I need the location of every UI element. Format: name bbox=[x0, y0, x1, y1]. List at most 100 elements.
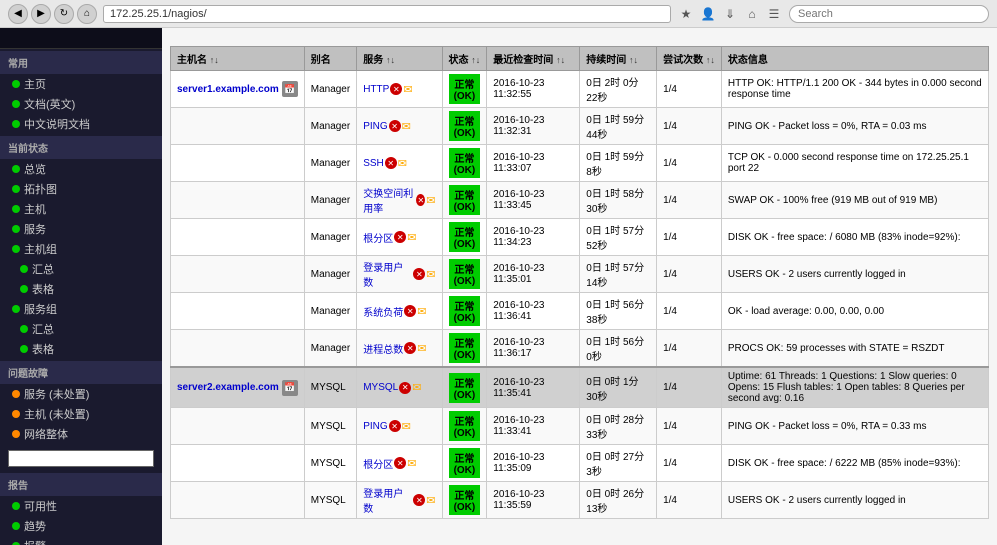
status-badge: 正常(OK) bbox=[449, 411, 481, 441]
sidebar-item-hosts[interactable]: 主机 bbox=[0, 199, 162, 219]
service-link[interactable]: PING bbox=[363, 421, 387, 432]
status-dot bbox=[12, 502, 20, 510]
sidebar-item-sg-summary[interactable]: 汇总 bbox=[0, 319, 162, 339]
reload-button[interactable]: ↻ bbox=[54, 4, 74, 24]
service-link[interactable]: 登录用户数 bbox=[363, 259, 412, 289]
sidebar-item-servicegroups[interactable]: 服务组 bbox=[0, 299, 162, 319]
service-link[interactable]: 登录用户数 bbox=[363, 485, 412, 515]
bookmark-icon[interactable]: ★ bbox=[677, 5, 695, 23]
disable-icon[interactable]: ✕ bbox=[390, 83, 402, 95]
status-dot bbox=[20, 285, 28, 293]
status-badge: 正常(OK) bbox=[449, 485, 481, 515]
disable-icon[interactable]: ✕ bbox=[404, 342, 416, 354]
address-bar[interactable] bbox=[103, 5, 671, 23]
status-badge: 正常(OK) bbox=[449, 259, 481, 289]
service-link[interactable]: 交换空间利用率 bbox=[363, 185, 415, 215]
search-input[interactable] bbox=[789, 5, 989, 23]
service-link[interactable]: MYSQL bbox=[363, 382, 398, 393]
disable-icon[interactable]: ✕ bbox=[416, 194, 425, 206]
service-link[interactable]: HTTP bbox=[363, 84, 389, 95]
service-link[interactable]: SSH bbox=[363, 158, 384, 169]
notify-icon[interactable]: ✉ bbox=[398, 157, 407, 170]
notify-icon[interactable]: ✉ bbox=[426, 194, 435, 207]
sidebar-item-trends[interactable]: 趋势 bbox=[0, 516, 162, 536]
download-icon[interactable]: ⇓ bbox=[721, 5, 739, 23]
sidebar-item-service-unhandled[interactable]: 服务 (未处置) bbox=[0, 384, 162, 404]
home-nav-icon[interactable]: ⌂ bbox=[743, 5, 761, 23]
home-button[interactable]: ⌂ bbox=[77, 4, 97, 24]
sidebar-item-label: 主机组 bbox=[24, 241, 57, 257]
notify-icon[interactable]: ✉ bbox=[417, 342, 426, 355]
status-table: 主机名 ↑↓ 别名 服务 ↑↓ 状态 ↑↓ 最近检查时间 ↑↓ 持续时间 ↑↓ … bbox=[170, 46, 989, 519]
col-service[interactable]: 服务 ↑↓ bbox=[357, 47, 442, 71]
sidebar-item-label: 中文说明文档 bbox=[24, 116, 90, 132]
service-link[interactable]: 系统负荷 bbox=[363, 304, 403, 319]
notify-icon[interactable]: ✉ bbox=[402, 420, 411, 433]
sidebar-item-hg-table[interactable]: 表格 bbox=[0, 279, 162, 299]
sidebar-item-alerts[interactable]: 报警 bbox=[0, 536, 162, 545]
notify-icon[interactable]: ✉ bbox=[417, 305, 426, 318]
sidebar-item-docs-cn[interactable]: 中文说明文档 bbox=[0, 114, 162, 134]
notify-icon[interactable]: ✉ bbox=[403, 83, 412, 96]
disable-icon[interactable]: ✕ bbox=[413, 268, 425, 280]
status-badge: 正常(OK) bbox=[449, 148, 481, 178]
table-row: Manager PING ✕ ✉ 正常(OK)2016-10-23 11:32:… bbox=[171, 108, 989, 145]
sidebar-item-hostgroups[interactable]: 主机组 bbox=[0, 239, 162, 259]
col-checktime[interactable]: 最近检查时间 ↑↓ bbox=[487, 47, 580, 71]
disable-icon[interactable]: ✕ bbox=[389, 420, 401, 432]
col-duration[interactable]: 持续时间 ↑↓ bbox=[580, 47, 657, 71]
service-link[interactable]: 根分区 bbox=[363, 230, 393, 245]
info-cell: DISK OK - free space: / 6222 MB (85% ino… bbox=[721, 445, 988, 482]
disable-icon[interactable]: ✕ bbox=[413, 494, 425, 506]
profile-icon[interactable]: 👤 bbox=[699, 5, 717, 23]
col-alias[interactable]: 别名 bbox=[304, 47, 356, 71]
sidebar-item-home[interactable]: 主页 bbox=[0, 74, 162, 94]
check-time-cell: 2016-10-23 11:33:07 bbox=[487, 145, 580, 182]
alias-cell: Manager bbox=[304, 293, 356, 330]
disable-icon[interactable]: ✕ bbox=[389, 120, 401, 132]
quick-find-input[interactable] bbox=[8, 450, 154, 467]
sidebar-item-hg-summary[interactable]: 汇总 bbox=[0, 259, 162, 279]
status-badge: 正常(OK) bbox=[449, 296, 481, 326]
notify-icon[interactable]: ✉ bbox=[407, 231, 416, 244]
sidebar-item-topology[interactable]: 拓扑图 bbox=[0, 179, 162, 199]
forward-button[interactable]: ▶ bbox=[31, 4, 51, 24]
col-hostname[interactable]: 主机名 ↑↓ bbox=[171, 47, 305, 71]
service-link[interactable]: PING bbox=[363, 121, 387, 132]
sidebar-item-host-unhandled[interactable]: 主机 (未处置) bbox=[0, 404, 162, 424]
notify-icon[interactable]: ✉ bbox=[412, 381, 421, 394]
notify-icon[interactable]: ✉ bbox=[426, 494, 435, 507]
disable-icon[interactable]: ✕ bbox=[394, 231, 406, 243]
back-button[interactable]: ◀ bbox=[8, 4, 28, 24]
col-attempts[interactable]: 尝试次数 ↑↓ bbox=[657, 47, 722, 71]
info-cell: TCP OK - 0.000 second response time on 1… bbox=[721, 145, 988, 182]
host-link[interactable]: server2.example.com bbox=[177, 382, 279, 393]
sidebar-item-label: 主机 (未处置) bbox=[24, 406, 89, 422]
attempts-cell: 1/4 bbox=[657, 145, 722, 182]
sidebar-item-network[interactable]: 网络整体 bbox=[0, 424, 162, 444]
status-dot bbox=[20, 325, 28, 333]
menu-icon[interactable]: ☰ bbox=[765, 5, 783, 23]
sidebar-item-services[interactable]: 服务 bbox=[0, 219, 162, 239]
host-cell bbox=[171, 256, 305, 293]
disable-icon[interactable]: ✕ bbox=[385, 157, 397, 169]
disable-icon[interactable]: ✕ bbox=[404, 305, 416, 317]
col-status[interactable]: 状态 ↑↓ bbox=[442, 47, 487, 71]
duration-cell: 0日 1时 56分 38秒 bbox=[580, 293, 657, 330]
sidebar-item-sg-table[interactable]: 表格 bbox=[0, 339, 162, 359]
notify-icon[interactable]: ✉ bbox=[426, 268, 435, 281]
disable-icon[interactable]: ✕ bbox=[394, 457, 406, 469]
alias-cell: MYSQL bbox=[304, 445, 356, 482]
notify-icon[interactable]: ✉ bbox=[402, 120, 411, 133]
sidebar-item-docs-en[interactable]: 文档(英文) bbox=[0, 94, 162, 114]
service-link[interactable]: 进程总数 bbox=[363, 341, 403, 356]
notify-icon[interactable]: ✉ bbox=[407, 457, 416, 470]
alias-cell: MYSQL bbox=[304, 408, 356, 445]
sidebar-item-overview[interactable]: 总览 bbox=[0, 159, 162, 179]
duration-cell: 0日 1时 57分 52秒 bbox=[580, 219, 657, 256]
sidebar-item-availability[interactable]: 可用性 bbox=[0, 496, 162, 516]
service-link[interactable]: 根分区 bbox=[363, 456, 393, 471]
host-link[interactable]: server1.example.com bbox=[177, 84, 279, 95]
disable-icon[interactable]: ✕ bbox=[399, 382, 411, 394]
host-cell bbox=[171, 330, 305, 368]
